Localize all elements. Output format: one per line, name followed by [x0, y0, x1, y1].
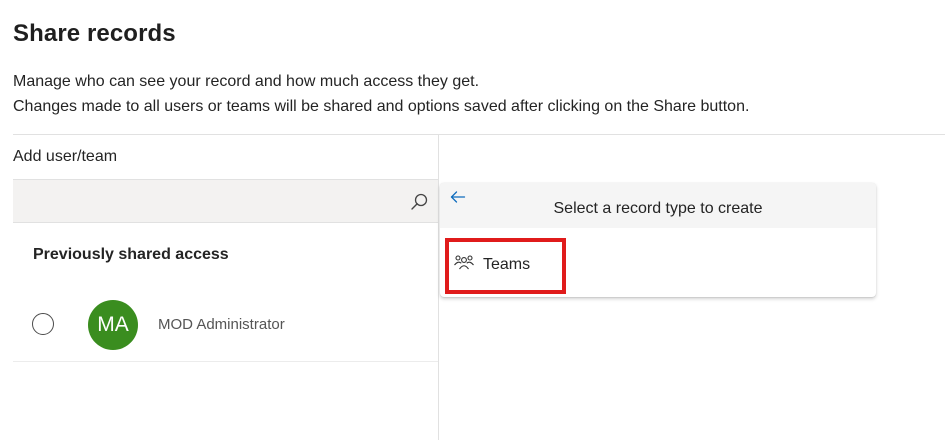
record-type-dropdown: Select a record type to create Teams — [440, 183, 876, 297]
share-records-page: Share records Manage who can see your re… — [0, 0, 945, 440]
description-line-2: Changes made to all users or teams will … — [13, 98, 750, 115]
dropdown-title: Select a record type to create — [553, 200, 763, 217]
description-line-1: Manage who can see your record and how m… — [13, 73, 480, 90]
user-select-radio[interactable] — [32, 313, 54, 335]
add-user-team-label: Add user/team — [13, 148, 118, 165]
user-name: MOD Administrator — [158, 316, 285, 333]
previously-shared-heading: Previously shared access — [33, 246, 229, 263]
shared-user-row[interactable]: MA MOD Administrator — [13, 290, 438, 362]
record-type-item-teams[interactable]: Teams — [440, 241, 876, 283]
search-box — [13, 179, 438, 223]
search-input[interactable] — [13, 180, 403, 222]
avatar: MA — [88, 300, 138, 350]
dropdown-header: Select a record type to create — [440, 183, 876, 228]
search-icon[interactable] — [409, 192, 429, 212]
panel-divider — [438, 135, 439, 440]
people-team-icon — [454, 255, 474, 270]
teams-label: Teams — [483, 256, 531, 273]
page-title: Share records — [13, 20, 176, 47]
header-divider — [13, 134, 945, 135]
